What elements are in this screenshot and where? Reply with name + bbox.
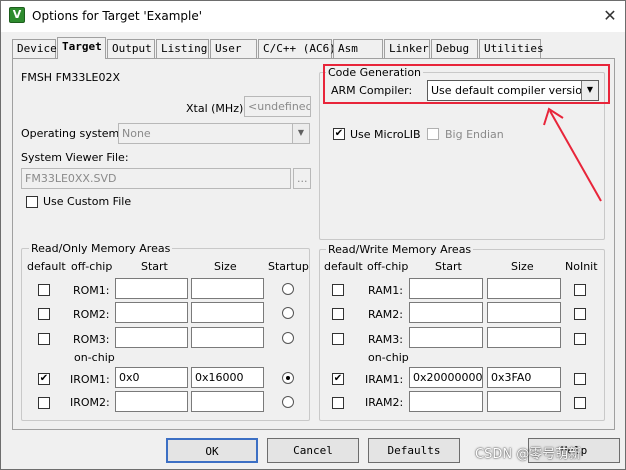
irom2-startup-radio[interactable] [282,396,294,408]
iram2-default-checkbox[interactable] [332,397,344,409]
iram2-label: IRAM2: [365,396,404,409]
rom1-default-checkbox[interactable] [38,284,50,296]
irom2-default-checkbox[interactable] [38,397,50,409]
ram2-label: RAM2: [368,308,403,321]
irom1-startup-radio[interactable] [282,372,294,384]
rw-header-default: default [324,260,363,273]
rom2-start-field[interactable] [115,302,188,323]
iram1-default-checkbox[interactable]: ✔ [332,373,344,385]
rom1-startup-radio[interactable] [282,283,294,295]
ram1-start-field[interactable] [409,278,483,299]
irom2-start-field[interactable] [115,391,188,412]
ram1-size-field[interactable] [487,278,561,299]
ram1-default-checkbox[interactable] [332,284,344,296]
cancel-button[interactable]: Cancel [267,438,359,463]
iram1-label: IRAM1: [365,373,404,386]
irom1-size-field[interactable]: 0x16000 [191,367,264,388]
iram2-size-field[interactable] [487,391,561,412]
ram2-size-field[interactable] [487,302,561,323]
big-endian-checkbox[interactable] [427,128,439,140]
irom2-label: IROM2: [70,396,110,409]
irom2-size-field[interactable] [191,391,264,412]
rom1-start-field[interactable] [115,278,188,299]
rom3-label: ROM3: [73,333,110,346]
ro-memory-label: Read/Only Memory Areas [29,242,173,255]
ro-header-offchip: off-chip [71,260,113,273]
ram2-noinit-checkbox[interactable] [574,308,586,320]
rom2-startup-radio[interactable] [282,307,294,319]
rw-memory-label: Read/Write Memory Areas [326,243,474,256]
rw-header-size: Size [511,260,534,273]
ok-button[interactable]: OK [166,438,258,463]
iram2-start-field[interactable] [409,391,483,412]
ram3-default-checkbox[interactable] [332,333,344,345]
ro-header-size: Size [214,260,237,273]
microlib-label: Use MicroLIB [350,128,421,141]
rom1-size-field[interactable] [191,278,264,299]
microlib-checkbox[interactable]: ✔ [333,128,345,140]
rw-onchip-label: on-chip [368,351,409,364]
tab-target[interactable]: Target [57,37,106,59]
rw-header-start: Start [435,260,462,273]
defaults-button[interactable]: Defaults [368,438,460,463]
rom2-size-field[interactable] [191,302,264,323]
rom3-startup-radio[interactable] [282,332,294,344]
ram3-size-field[interactable] [487,327,561,348]
ro-header-default: default [27,260,66,273]
ram3-label: RAM3: [368,333,403,346]
big-endian-label: Big Endian [445,128,504,141]
rom3-size-field[interactable] [191,327,264,348]
iram1-size-field[interactable]: 0x3FA0 [487,367,561,388]
rom2-label: ROM2: [73,308,110,321]
irom1-label: IROM1: [70,373,110,386]
ram3-start-field[interactable] [409,327,483,348]
ro-onchip-label: on-chip [74,351,115,364]
rom1-label: ROM1: [73,284,110,297]
ram1-label: RAM1: [368,284,403,297]
ram2-default-checkbox[interactable] [332,308,344,320]
ro-header-startup: Startup [268,260,309,273]
options-dialog: V Options for Target 'Example' ✕ Device … [0,0,626,470]
rw-header-noinit: NoInit [565,260,598,273]
rom3-start-field[interactable] [115,327,188,348]
iram2-noinit-checkbox[interactable] [574,397,586,409]
rom3-default-checkbox[interactable] [38,333,50,345]
rom2-default-checkbox[interactable] [38,308,50,320]
ram2-start-field[interactable] [409,302,483,323]
iram1-start-field[interactable]: 0x20000000 [409,367,483,388]
iram1-noinit-checkbox[interactable] [574,373,586,385]
ram1-noinit-checkbox[interactable] [574,284,586,296]
ram3-noinit-checkbox[interactable] [574,333,586,345]
ro-header-start: Start [141,260,168,273]
csdn-watermark: CSDN @零号萌新 [475,447,582,462]
irom1-start-field[interactable]: 0x0 [115,367,188,388]
rw-header-offchip: off-chip [367,260,409,273]
irom1-default-checkbox[interactable]: ✔ [38,373,50,385]
